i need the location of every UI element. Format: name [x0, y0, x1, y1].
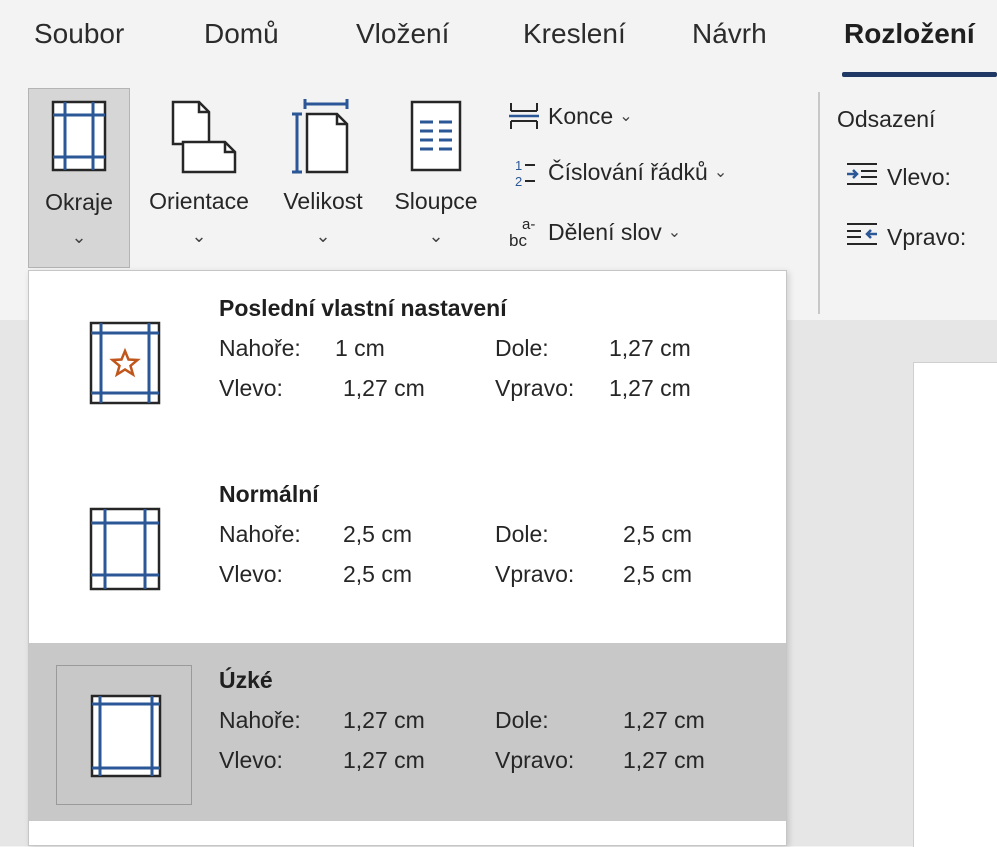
margin-preset-normal[interactable]: Normální Nahoře: 2,5 cm Dole: 2,5 cm Vle… — [29, 457, 786, 635]
tab-rozlozeni[interactable]: Rozložení — [844, 18, 975, 50]
custom-margins-star-icon — [89, 321, 161, 410]
tab-domu[interactable]: Domů — [204, 18, 279, 50]
preset-title: Úzké — [219, 667, 273, 693]
chevron-down-icon: ⌄ — [713, 164, 728, 181]
bottom-value: 1,27 cm — [623, 707, 705, 733]
columns-button[interactable]: Sloupce ⌄ — [380, 88, 492, 268]
indent-right-icon — [845, 222, 881, 252]
margin-preset-last-custom[interactable]: Poslední vlastní nastavení Nahoře: 1 cm … — [29, 271, 786, 449]
top-value: 2,5 cm — [343, 521, 413, 547]
columns-label: Sloupce — [394, 188, 478, 214]
top-value: 1 cm — [335, 335, 385, 361]
breaks-label: Konce — [548, 102, 614, 129]
tab-navrh[interactable]: Návrh — [692, 18, 767, 50]
chevron-down-icon: ⌄ — [667, 224, 682, 241]
ribbon-group-separator — [818, 92, 820, 314]
narrow-margins-icon — [90, 694, 162, 783]
line-numbers-label: Číslování řádků — [548, 158, 708, 185]
right-value: 2,5 cm — [623, 561, 693, 587]
top-label: Nahoře: — [219, 707, 301, 733]
indent-left-label: Vlevo: — [887, 163, 951, 190]
hyphenation-label: Dělení slov — [548, 218, 662, 245]
orientation-button[interactable]: Orientace ⌄ — [133, 88, 265, 268]
svg-text:1: 1 — [515, 158, 522, 173]
active-tab-indicator — [842, 72, 997, 77]
indent-group-title: Odsazení — [837, 106, 936, 132]
hyphenation-icon: a- bc — [506, 215, 542, 249]
hyphenation-button[interactable]: a- bc Dělení slov ⌄ — [506, 212, 681, 252]
indent-right-row[interactable]: Vpravo: — [845, 222, 966, 252]
left-value: 2,5 cm — [343, 561, 413, 587]
columns-icon — [408, 98, 464, 179]
line-numbers-icon: 1 2 — [506, 155, 542, 189]
size-label: Velikost — [283, 188, 363, 214]
line-numbers-button[interactable]: 1 2 Číslování řádků ⌄ — [506, 152, 727, 192]
bottom-value: 2,5 cm — [623, 521, 693, 547]
svg-text:2: 2 — [515, 174, 522, 189]
breaks-button[interactable]: Konce ⌄ — [506, 96, 633, 136]
bottom-value: 1,27 cm — [609, 335, 691, 361]
left-label: Vlevo: — [219, 561, 283, 587]
chevron-down-icon: ⌄ — [71, 227, 87, 247]
margins-label: Okraje — [45, 189, 113, 215]
tab-kresleni[interactable]: Kreslení — [523, 18, 626, 50]
indent-right-label: Vpravo: — [887, 223, 967, 250]
chevron-down-icon: ⌄ — [191, 226, 207, 246]
bottom-label: Dole: — [495, 335, 549, 361]
normal-margins-icon — [89, 507, 161, 596]
left-label: Vlevo: — [219, 375, 283, 401]
top-label: Nahoře: — [219, 521, 301, 547]
left-label: Vlevo: — [219, 747, 283, 773]
right-value: 1,27 cm — [623, 747, 705, 773]
right-label: Vpravo: — [495, 747, 575, 773]
indent-left-icon — [845, 162, 881, 192]
top-value: 1,27 cm — [343, 707, 425, 733]
right-value: 1,27 cm — [609, 375, 691, 401]
page-size-icon — [291, 98, 355, 181]
bottom-label: Dole: — [495, 707, 549, 733]
tab-vlozeni[interactable]: Vložení — [356, 18, 449, 50]
margin-preset-narrow[interactable]: Úzké Nahoře: 1,27 cm Dole: 1,27 cm Vlevo… — [29, 643, 786, 821]
chevron-down-icon: ⌄ — [619, 108, 633, 125]
chevron-down-icon: ⌄ — [315, 226, 331, 246]
preset-title: Normální — [219, 481, 319, 507]
margins-dropdown-menu: Poslední vlastní nastavení Nahoře: 1 cm … — [28, 270, 787, 846]
left-value: 1,27 cm — [343, 747, 425, 773]
indent-left-row[interactable]: Vlevo: — [845, 162, 951, 192]
right-label: Vpravo: — [495, 561, 575, 587]
ribbon-tab-bar: Soubor Domů Vložení Kreslení Návrh Rozlo… — [0, 0, 997, 84]
tab-soubor[interactable]: Soubor — [34, 18, 124, 50]
left-value: 1,27 cm — [343, 375, 425, 401]
bottom-label: Dole: — [495, 521, 549, 547]
orientation-icon — [159, 98, 239, 181]
document-page[interactable] — [913, 362, 997, 847]
svg-text:bc: bc — [509, 231, 527, 249]
margins-button[interactable]: Okraje ⌄ — [28, 88, 130, 268]
orientation-label: Orientace — [149, 188, 249, 214]
size-button[interactable]: Velikost ⌄ — [268, 88, 378, 268]
breaks-icon — [506, 99, 542, 133]
chevron-down-icon: ⌄ — [428, 226, 444, 246]
right-label: Vpravo: — [495, 375, 575, 401]
margins-icon — [49, 99, 109, 178]
top-label: Nahoře: — [219, 335, 301, 361]
preset-title: Poslední vlastní nastavení — [219, 295, 507, 321]
